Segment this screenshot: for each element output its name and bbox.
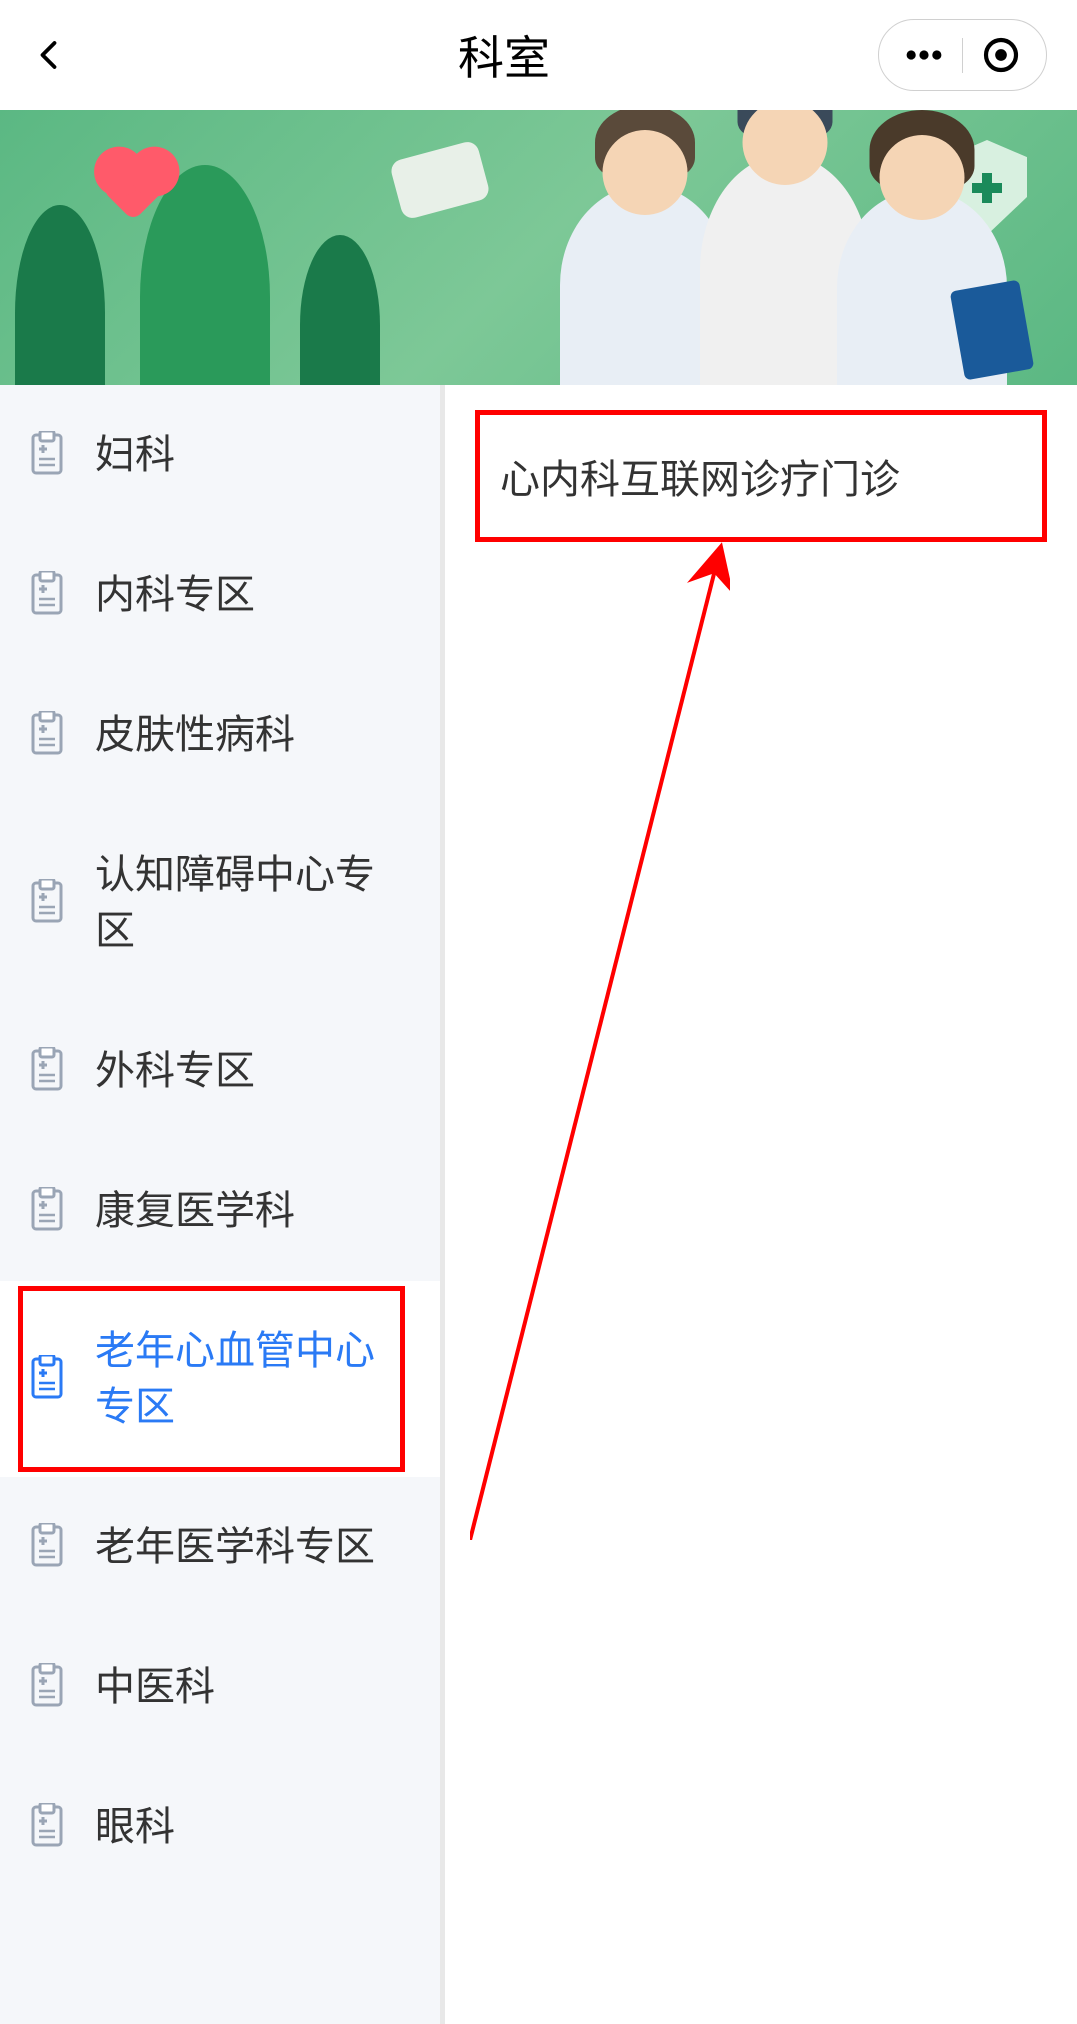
banner-decoration [140, 165, 270, 385]
document-icon [30, 1355, 70, 1403]
document-icon [30, 571, 70, 619]
document-icon [30, 571, 70, 619]
banner [0, 110, 1077, 385]
sidebar-item-label: 皮肤性病科 [95, 707, 410, 763]
page-title: 科室 [130, 22, 878, 88]
sidebar-item-label: 认知障碍中心专区 [95, 847, 410, 959]
document-icon [30, 1047, 70, 1095]
document-icon [30, 1803, 70, 1851]
header: 科室 [0, 0, 1077, 110]
target-icon [981, 35, 1021, 75]
back-button[interactable] [30, 35, 70, 75]
doctor-illustration [837, 190, 1007, 385]
more-button[interactable] [894, 30, 954, 80]
sidebar-item-department[interactable]: 皮肤性病科 [0, 665, 440, 805]
divider [962, 38, 963, 73]
pill-icon [389, 139, 491, 220]
subdepartment-item[interactable]: 心内科互联网诊疗门诊 [475, 410, 1047, 542]
sidebar-item-label: 中医科 [95, 1659, 410, 1715]
banner-decoration [300, 235, 380, 385]
subdepartment-list: 心内科互联网诊疗门诊 [445, 385, 1077, 2024]
document-icon [30, 1187, 70, 1235]
sidebar-item-department[interactable]: 眼科 [0, 1757, 440, 1897]
sidebar-item-label: 外科专区 [95, 1043, 410, 1099]
document-icon [30, 1523, 70, 1571]
document-icon [30, 879, 70, 927]
document-icon [30, 1187, 70, 1235]
document-icon [30, 1803, 70, 1851]
main-content: 妇科 内科专区 皮肤性病科 认知障碍中心专区 外科专区 康复医学科 [0, 385, 1077, 2024]
sidebar-item-department[interactable]: 外科专区 [0, 1001, 440, 1141]
sidebar-item-department[interactable]: 康复医学科 [0, 1141, 440, 1281]
document-icon [30, 879, 70, 927]
sidebar-item-label: 老年医学科专区 [95, 1519, 410, 1575]
department-sidebar[interactable]: 妇科 内科专区 皮肤性病科 认知障碍中心专区 外科专区 康复医学科 [0, 385, 445, 2024]
document-icon [30, 711, 70, 759]
document-icon [30, 1523, 70, 1571]
document-icon [30, 1663, 70, 1711]
chevron-left-icon [32, 37, 68, 73]
document-icon [30, 431, 70, 479]
clipboard-icon [950, 280, 1035, 381]
document-icon [30, 1355, 70, 1403]
more-horizontal-icon [902, 33, 946, 77]
sidebar-item-label: 妇科 [95, 427, 410, 483]
close-miniprogram-button[interactable] [971, 30, 1031, 80]
miniprogram-controls [878, 19, 1047, 91]
banner-decoration [15, 205, 105, 385]
sidebar-item-label: 内科专区 [95, 567, 410, 623]
document-icon [30, 1047, 70, 1095]
document-icon [30, 1663, 70, 1711]
sidebar-item-department[interactable]: 认知障碍中心专区 [0, 805, 440, 1001]
document-icon [30, 711, 70, 759]
sidebar-item-label: 老年心血管中心专区 [95, 1323, 410, 1435]
sidebar-item-department[interactable]: 内科专区 [0, 525, 440, 665]
sidebar-item-department[interactable]: 妇科 [0, 385, 440, 525]
sidebar-item-department[interactable]: 中医科 [0, 1617, 440, 1757]
cross-icon [972, 173, 1002, 203]
document-icon [30, 431, 70, 479]
sidebar-item-department[interactable]: 老年医学科专区 [0, 1477, 440, 1617]
sidebar-item-department[interactable]: 老年心血管中心专区 [0, 1281, 440, 1477]
sidebar-item-label: 眼科 [95, 1799, 410, 1855]
sidebar-item-label: 康复医学科 [95, 1183, 410, 1239]
